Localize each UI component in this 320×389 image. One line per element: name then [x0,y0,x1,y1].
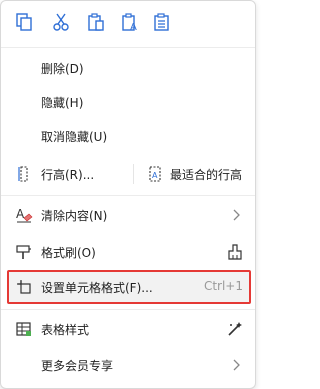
table-style-icon [15,320,33,338]
clipboard-toolbar: A [1,1,255,45]
delete-label: 删除(D) [41,62,84,76]
more-member-menu-item[interactable]: 更多会员专享 [1,348,255,382]
chevron-right-icon [233,209,240,221]
table-style-menu-item[interactable]: 表格样式 [1,312,255,346]
format-painter-menu-item[interactable]: 格式刷(O) [1,235,255,269]
format-cells-menu-item[interactable]: 设置单元格格式(F)... Ctrl+1 [1,270,255,304]
format-painter-icon [15,243,33,261]
svg-text:A: A [16,207,25,221]
divider [1,47,255,48]
unhide-menu-item[interactable]: 取消隐藏(U) [1,119,255,153]
clear-content-icon: A [15,206,33,224]
format-painter-label: 格式刷(O) [41,246,96,260]
divider [1,309,255,310]
paste-text-icon[interactable]: A [119,11,141,33]
best-fit-row-height-icon: A [146,165,164,183]
format-cells-shortcut: Ctrl+1 [203,279,243,293]
table-style-label: 表格样式 [41,323,90,337]
clear-content-menu-item[interactable]: A 清除内容(N) [1,198,255,232]
paste-icon[interactable] [85,11,107,33]
context-menu: A 删除(D) 隐藏(H) 取消隐藏(U) 行高(R)... A 最适合的行高 … [0,0,256,389]
hide-label: 隐藏(H) [41,96,84,110]
divider [1,195,255,196]
unhide-label: 取消隐藏(U) [41,130,108,144]
paste-special-icon[interactable] [151,11,173,33]
format-cells-icon [15,278,33,296]
best-fit-row-height-menu-item[interactable]: A 最适合的行高 [134,157,255,191]
magic-wand-icon[interactable] [225,320,245,338]
copy-icon[interactable] [13,11,35,33]
delete-menu-item[interactable]: 删除(D) [1,51,255,85]
best-fit-row-height-label: 最适合的行高 [170,168,243,182]
row-height-label: 行高(R)... [41,168,95,182]
row-height-icon [15,165,33,183]
svg-text:A: A [152,171,158,180]
cut-icon[interactable] [50,11,72,33]
more-member-label: 更多会员专享 [41,359,114,373]
chevron-right-icon [233,359,240,371]
hide-menu-item[interactable]: 隐藏(H) [1,85,255,119]
svg-text:A: A [130,22,137,32]
format-painter-brush-icon[interactable] [225,243,245,261]
clear-content-label: 清除内容(N) [41,209,108,223]
format-cells-label: 设置单元格格式(F)... [41,281,153,295]
